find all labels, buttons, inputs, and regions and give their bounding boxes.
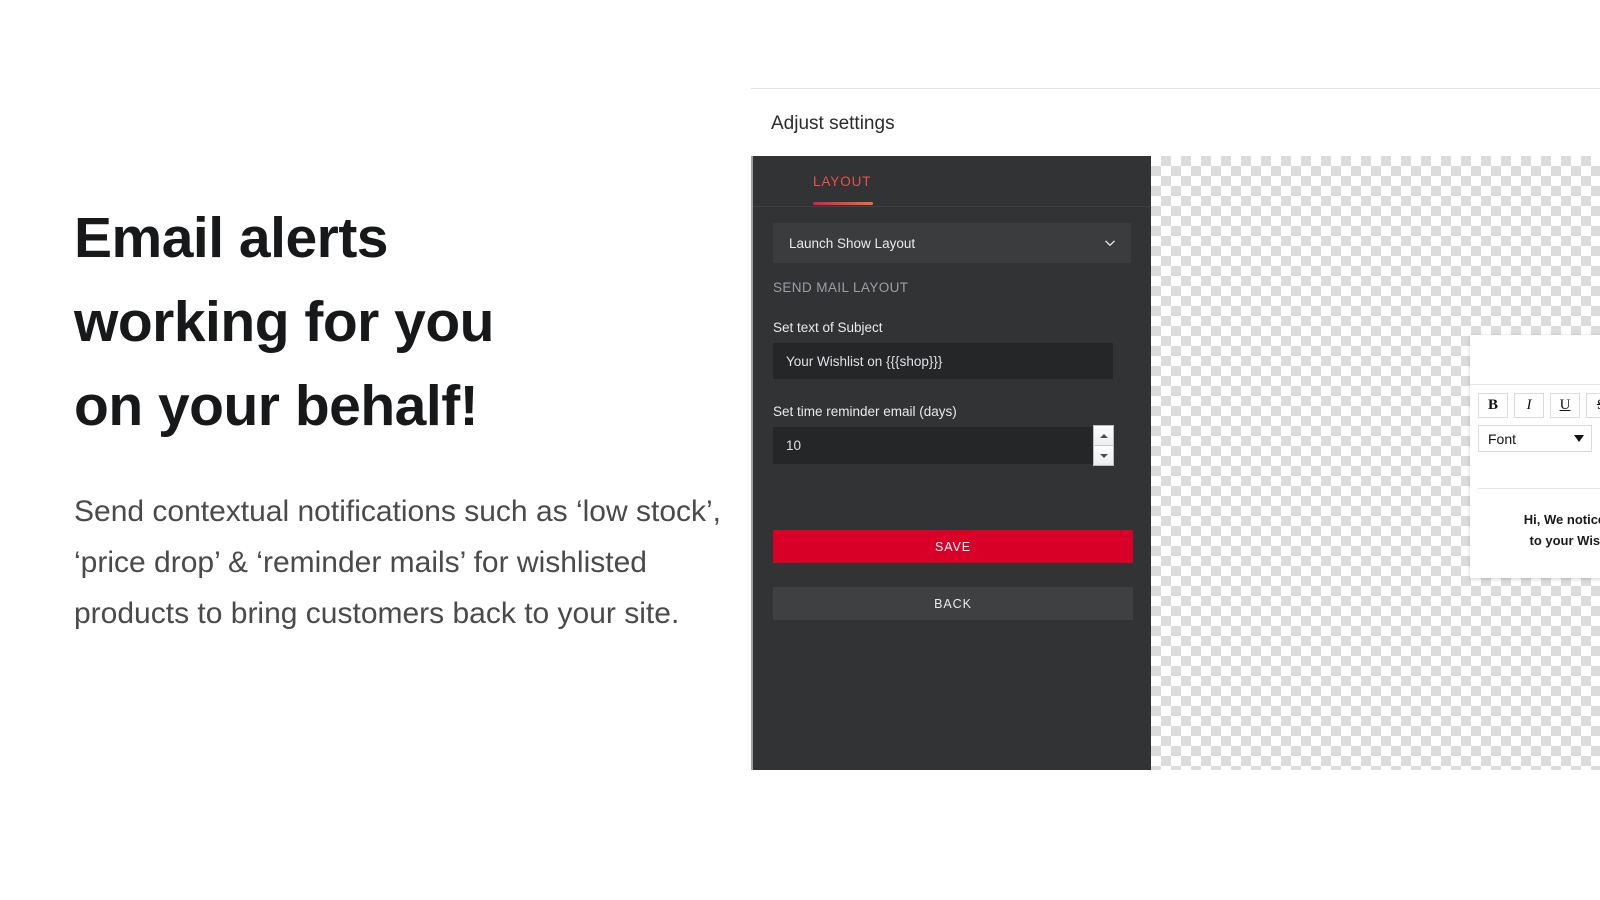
editor-divider — [1478, 488, 1600, 489]
chevron-down-icon — [1574, 435, 1584, 442]
editor-toolbar: B I U S Font — [1470, 385, 1600, 495]
send-mail-layout-caption: SEND MAIL LAYOUT — [773, 280, 909, 295]
adjust-settings-title: Adjust settings — [771, 113, 895, 134]
panel-body: Launch Show Layout — [753, 207, 1151, 263]
reminder-input[interactable]: 10 — [773, 425, 1114, 466]
font-select-row: Font — [1478, 425, 1600, 452]
format-button-row: B I U S — [1478, 393, 1600, 418]
email-body-line-1: Hi, We noticed tha — [1523, 512, 1600, 527]
divider-rule — [751, 88, 1600, 89]
subject-label: Set text of Subject — [773, 320, 883, 335]
reminder-input-value: 10 — [786, 438, 802, 453]
page-title: Email alerts working for you on your beh… — [74, 196, 734, 448]
stepper-up-button[interactable] — [1094, 426, 1113, 445]
settings-panel: LAYOUT Launch Show Layout SEND MAIL LAYO… — [751, 156, 1151, 770]
font-select-label: Font — [1488, 430, 1517, 447]
hero-subcopy: Send contextual notifications such as ‘l… — [74, 495, 722, 630]
editor-preview-top — [1470, 335, 1600, 385]
quantity-stepper[interactable] — [1093, 425, 1114, 466]
back-button[interactable]: BACK — [773, 587, 1133, 620]
bold-button[interactable]: B — [1478, 393, 1508, 418]
tab-active-underline — [813, 202, 873, 205]
headline-line-1: Email alerts — [74, 206, 389, 270]
stepper-down-button[interactable] — [1094, 445, 1113, 465]
headline-line-2: working for you — [74, 290, 495, 354]
page-root: Email alerts working for you on your beh… — [0, 0, 1600, 900]
strikethrough-button[interactable]: S — [1586, 393, 1600, 418]
underline-button[interactable]: U — [1550, 393, 1580, 418]
tab-layout[interactable]: LAYOUT — [813, 174, 871, 189]
headline-line-3: on your behalf! — [74, 374, 479, 438]
chevron-down-icon — [1103, 236, 1117, 250]
hero-copy: Email alerts working for you on your beh… — [74, 196, 734, 639]
panel-tab-bar: LAYOUT — [753, 156, 1151, 207]
reminder-label: Set time reminder email (days) — [773, 404, 957, 419]
editor-icon-row — [1478, 459, 1600, 484]
save-button[interactable]: SAVE — [773, 530, 1133, 563]
email-editor-card: B I U S Font — [1470, 335, 1600, 578]
screenshot-region: Adjust settings LAYOUT Launch Show Layou… — [751, 88, 1600, 778]
layout-select-value: Launch Show Layout — [789, 235, 916, 251]
email-body-line-2: to your Wishlist. — [1529, 533, 1600, 548]
font-select[interactable]: Font — [1478, 425, 1592, 452]
subject-input[interactable]: Your Wishlist on {{{shop}}} — [773, 343, 1113, 379]
layout-select[interactable]: Launch Show Layout — [773, 223, 1131, 263]
italic-button[interactable]: I — [1514, 393, 1544, 418]
email-body-preview: Hi, We noticed tha to your Wishlist. — [1470, 495, 1600, 551]
